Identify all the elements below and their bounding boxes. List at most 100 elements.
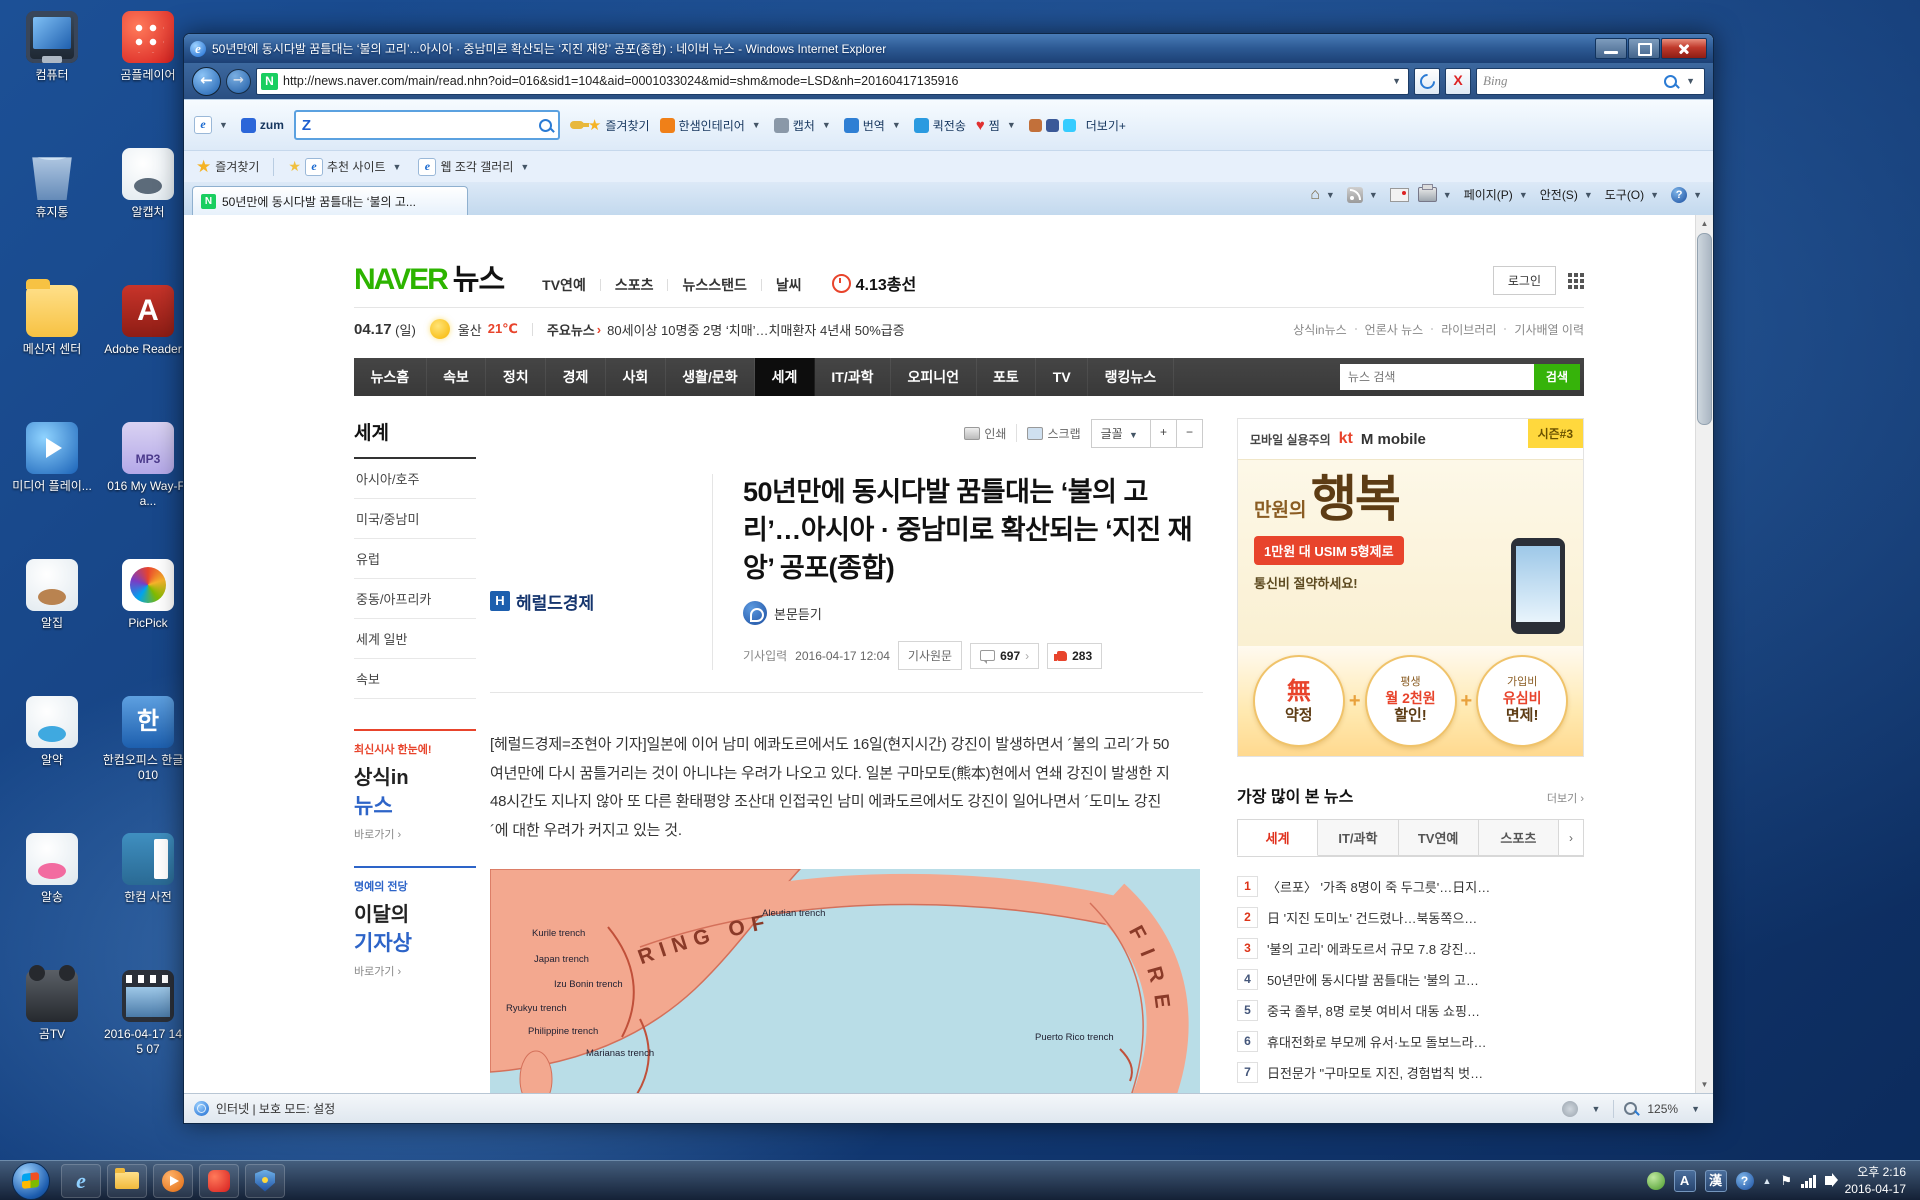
stop-button[interactable]: X: [1445, 68, 1471, 95]
font-larger-button[interactable]: +: [1150, 420, 1176, 447]
read-mail-button[interactable]: [1390, 188, 1409, 202]
url-field[interactable]: N http://news.naver.com/main/read.nhn?oi…: [256, 68, 1409, 95]
toolbar-quick-send[interactable]: 퀵전송: [914, 117, 966, 134]
print-button[interactable]: ▼: [1418, 187, 1455, 202]
zoom-level[interactable]: 125%: [1647, 1102, 1678, 1116]
link-history[interactable]: 기사배열 이력: [1514, 321, 1584, 338]
link-commonsense[interactable]: 상식in뉴스: [1293, 321, 1347, 338]
taskbar-security-button[interactable]: [245, 1164, 285, 1198]
nav-breaking[interactable]: 속보: [427, 358, 487, 396]
taskbar-clock[interactable]: 오후 2:16 2016-04-17: [1845, 1164, 1906, 1196]
strip-city[interactable]: 울산: [458, 320, 482, 339]
close-button[interactable]: [1661, 38, 1707, 59]
forward-button[interactable]: →: [226, 69, 251, 94]
taskbar-gom-player-button[interactable]: [199, 1164, 239, 1198]
maximize-button[interactable]: [1628, 38, 1660, 59]
browser-tab[interactable]: N 50년만에 동시다발 꿈틀대는 ‘불의 고...: [192, 186, 468, 215]
desktop-icon-gomtv[interactable]: 곰TV: [4, 967, 100, 1104]
desktop-icon-adobe-reader[interactable]: Adobe Reader 9: [100, 282, 196, 419]
naver-logo[interactable]: NAVER: [354, 265, 447, 295]
tab-world[interactable]: 세계: [1237, 819, 1318, 856]
desktop-icon-gom-player[interactable]: 곰플레이어: [100, 8, 196, 145]
ime-help-icon[interactable]: ?: [1736, 1172, 1754, 1190]
taskbar-media-player-button[interactable]: [153, 1164, 193, 1198]
chevron-down-icon[interactable]: ▼: [1688, 1104, 1703, 1114]
desktop-icon-mp3-file[interactable]: 016 My Way-Fra...: [100, 419, 196, 556]
back-button[interactable]: ←: [192, 67, 221, 96]
bing-placeholder[interactable]: Bing: [1483, 73, 1658, 89]
network-signal-icon[interactable]: [1801, 1174, 1816, 1188]
nav-photo[interactable]: 포토: [977, 358, 1037, 396]
tab-sports[interactable]: 스포츠: [1479, 819, 1559, 856]
tools-menu[interactable]: 도구(O)▼: [1605, 186, 1662, 203]
nav-society[interactable]: 사회: [606, 358, 666, 396]
list-item[interactable]: 450년만에 동시다발 꿈틀대는 '불의 고…: [1237, 964, 1584, 995]
sidebar-item-america[interactable]: 미국/중남미: [354, 499, 476, 539]
sidebar-item-europe[interactable]: 유럽: [354, 539, 476, 579]
sidebar-item-general[interactable]: 세계 일반: [354, 619, 476, 659]
desktop-icon-aljip[interactable]: 알집: [4, 556, 100, 693]
print-article-button[interactable]: 인쇄: [964, 425, 1006, 442]
toolbar-translate[interactable]: 번역▼: [844, 117, 904, 134]
home-button[interactable]: ⌂▼: [1310, 187, 1338, 203]
ime-hanja-icon[interactable]: 漢: [1705, 1170, 1727, 1192]
zum-home-button[interactable]: zum: [241, 118, 284, 133]
scroll-down-arrow[interactable]: ▼: [1696, 1076, 1713, 1093]
scroll-up-arrow[interactable]: ▲: [1696, 215, 1713, 232]
taskbar-ie-button[interactable]: e: [61, 1164, 101, 1198]
link-press-news[interactable]: 언론사 뉴스: [1365, 321, 1424, 338]
taskbar-explorer-button[interactable]: [107, 1164, 147, 1198]
tab-tv[interactable]: TV연예: [1399, 819, 1479, 856]
news-search-button[interactable]: 검색: [1534, 364, 1580, 390]
help-menu[interactable]: ?▼: [1671, 187, 1705, 203]
original-article-button[interactable]: 기사원문: [898, 641, 962, 670]
desktop-icon-alsong[interactable]: 알송: [4, 830, 100, 967]
bing-dropdown-icon[interactable]: ▼: [1683, 76, 1698, 86]
toolbar-browser-menu[interactable]: e▼: [194, 116, 231, 134]
promo-more-link[interactable]: 바로가기 ›: [354, 963, 476, 979]
major-news-headline[interactable]: 80세이상 10명중 2명 ‘치매’…치매환자 4년새 50%급증: [607, 320, 905, 339]
list-item[interactable]: 6휴대전화로 부모께 유서·노모 돌보느라…: [1237, 1026, 1584, 1057]
font-smaller-button[interactable]: −: [1176, 420, 1202, 447]
toolbar-capture[interactable]: 캡처▼: [774, 117, 834, 134]
nav-politics[interactable]: 정치: [486, 358, 546, 396]
desktop-icon-computer[interactable]: 컴퓨터: [4, 8, 100, 145]
press-logo[interactable]: H 헤럴드경제: [490, 474, 713, 670]
zum-search-box[interactable]: Z: [294, 110, 560, 140]
menu-tv[interactable]: TV연예: [528, 275, 600, 295]
vertical-scrollbar[interactable]: ▲ ▼: [1695, 215, 1713, 1093]
desktop-icon-hancom-office[interactable]: 한컴오피스 한글 2010: [100, 693, 196, 830]
toolbar-hanssem[interactable]: 한샘인테리어▼: [660, 117, 764, 134]
list-item[interactable]: 3'불의 고리' 에콰도르서 규모 7.8 강진…: [1237, 933, 1584, 964]
toolbar-more[interactable]: 더보기+: [1086, 117, 1126, 134]
font-menu[interactable]: 글꼴 ▼: [1092, 420, 1150, 447]
most-viewed-more-link[interactable]: 더보기 ›: [1547, 790, 1584, 806]
apps-grid-icon[interactable]: [1568, 273, 1584, 289]
minimize-button[interactable]: [1595, 38, 1627, 59]
promo-reporter-award[interactable]: 명예의 전당 이달의 기자상 바로가기 ›: [354, 866, 476, 979]
desktop-icon-messenger-center[interactable]: 메신저 센터: [4, 282, 100, 419]
list-item[interactable]: 1〈르포〉 '가족 8명이 죽 두그릇'…日지…: [1237, 871, 1584, 902]
sidebar-item-asia[interactable]: 아시아/호주: [354, 459, 476, 499]
tab-it[interactable]: IT/과학: [1318, 819, 1398, 856]
page-menu[interactable]: 페이지(P)▼: [1464, 186, 1531, 203]
tabs-next-button[interactable]: ›: [1559, 819, 1584, 856]
toolbar-zzim[interactable]: ♥찜▼: [976, 117, 1019, 134]
web-slice-gallery-button[interactable]: e웹 조각 갤러리▼: [418, 158, 532, 176]
desktop-icon-recycle-bin[interactable]: 휴지통: [4, 145, 100, 282]
title-bar[interactable]: e 50년만에 동시다발 꿈틀대는 ‘불의 고리’...아시아 · 중남미로 확…: [184, 34, 1713, 63]
bing-search-box[interactable]: Bing ▼: [1476, 68, 1705, 95]
nav-it[interactable]: IT/과학: [815, 358, 891, 396]
nav-world-active[interactable]: 세계: [755, 358, 815, 396]
comments-button[interactable]: 697›: [970, 643, 1039, 669]
nav-home[interactable]: 뉴스홈: [354, 358, 427, 396]
scrap-button[interactable]: 스크랩: [1027, 425, 1080, 442]
feeds-button[interactable]: ▼: [1347, 187, 1381, 203]
menu-weather[interactable]: 날씨: [762, 275, 816, 295]
ime-globe-icon[interactable]: [1647, 1172, 1665, 1190]
like-button[interactable]: 283: [1047, 643, 1102, 669]
desktop-icon-video-file[interactable]: 2016-04-17 14 15 07: [100, 967, 196, 1104]
desktop-icon-alcapture[interactable]: 알캡처: [100, 145, 196, 282]
suggested-sites-button[interactable]: ★e추천 사이트▼: [288, 158, 404, 176]
nav-tv[interactable]: TV: [1036, 358, 1088, 396]
